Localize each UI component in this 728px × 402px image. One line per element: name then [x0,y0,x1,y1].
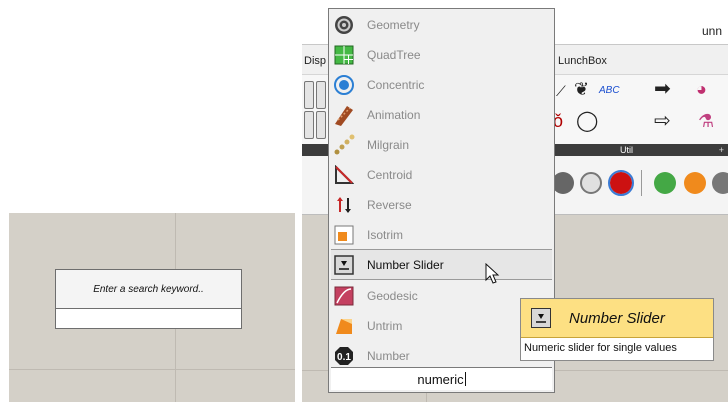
search-popup: Enter a search keyword.. [55,269,242,329]
ribbon-button[interactable] [304,111,314,139]
arrow-outline-icon[interactable]: ⇨ [654,111,671,131]
list-item-geodesic[interactable]: Geodesic [331,281,552,310]
list-item-number[interactable]: 0.1 Number [331,341,552,370]
quadtree-icon [333,44,355,66]
branch-icon[interactable]: ⟋ [556,81,566,101]
ribbon-button[interactable] [316,111,326,139]
tooltip-title: Number Slider [569,309,665,327]
tree-icon[interactable]: ❦ [574,79,589,99]
ribbon-button[interactable] [316,81,326,109]
list-item-quadtree[interactable]: QuadTree [331,40,552,69]
list-item-label: Number Slider [367,257,444,272]
toolbar-separator [641,170,642,196]
list-item-isotrim[interactable]: Isotrim [331,220,552,249]
geodesic-icon [333,285,355,307]
arrow-filled-icon[interactable]: ➡ [654,79,671,99]
orange-preview-icon[interactable] [684,172,706,194]
tooltip: Number Slider Numeric slider for single … [520,298,714,361]
abc-text-icon[interactable]: ABC [599,81,620,101]
number-slider-icon [333,254,355,276]
tab-display[interactable]: Disp [304,55,326,67]
paint-icon[interactable]: ◕ [696,79,707,99]
canvas-grid-line [9,369,295,370]
ribbon-group-plus[interactable]: + [719,144,724,156]
list-item-label: Isotrim [367,227,403,242]
wire-icon[interactable] [580,172,602,194]
tab-lunchbox[interactable]: LunchBox [558,55,607,67]
number-slider-icon [531,308,551,328]
ribbon-group-label: Util [620,145,633,155]
isotrim-icon [333,224,355,246]
window-title: unn [701,24,722,38]
circle-icon[interactable]: ◯ [576,111,598,131]
list-item-label: Reverse [367,197,412,212]
svg-text:0.1: 0.1 [337,352,351,363]
list-item-centroid[interactable]: Centroid [331,160,552,189]
mouse-cursor-icon [485,263,500,284]
list-item-label: Geometry [367,17,420,32]
geometry-icon [333,14,355,36]
tooltip-description: Numeric slider for single values [524,342,677,354]
search-input-value: numeric [417,371,464,387]
list-item-geometry[interactable]: Geometry [331,10,552,39]
list-item-label: Centroid [367,167,413,182]
milgrain-icon [333,134,355,156]
search-hint: Enter a search keyword.. [56,270,241,309]
list-item-label: Animation [367,107,421,122]
centroid-icon [333,164,355,186]
animation-icon [333,104,355,126]
text-caret [464,372,466,386]
left-canvas-panel: Enter a search keyword.. [9,213,295,402]
reverse-icon [333,194,355,216]
list-item-label: Geodesic [367,288,418,303]
shaded-icon[interactable] [608,170,634,196]
list-item-label: QuadTree [367,47,421,62]
green-preview-icon[interactable] [654,172,676,194]
tooltip-header: Number Slider [521,299,713,338]
list-item-label: Number [367,348,410,363]
preview-icon[interactable] [552,172,574,194]
dark-preview-icon[interactable] [712,172,728,194]
untrim-icon [333,315,355,337]
list-item-number-slider[interactable]: Number Slider [331,249,552,280]
list-item-concentric[interactable]: Concentric [331,70,552,99]
list-item-label: Concentric [367,77,425,92]
search-input[interactable] [56,309,241,329]
list-item-milgrain[interactable]: Milgrain [331,130,552,159]
list-item-label: Milgrain [367,137,410,152]
flask-icon[interactable]: ⚗ [698,111,714,131]
search-input[interactable]: numeric [331,367,552,390]
list-item-reverse[interactable]: Reverse [331,190,552,219]
ribbon-button[interactable] [304,81,314,109]
list-item-animation[interactable]: Animation [331,100,552,129]
list-item-label: Untrim [367,318,403,333]
number-icon: 0.1 [333,345,355,367]
concentric-icon [333,74,355,96]
list-item-untrim[interactable]: Untrim [331,311,552,340]
